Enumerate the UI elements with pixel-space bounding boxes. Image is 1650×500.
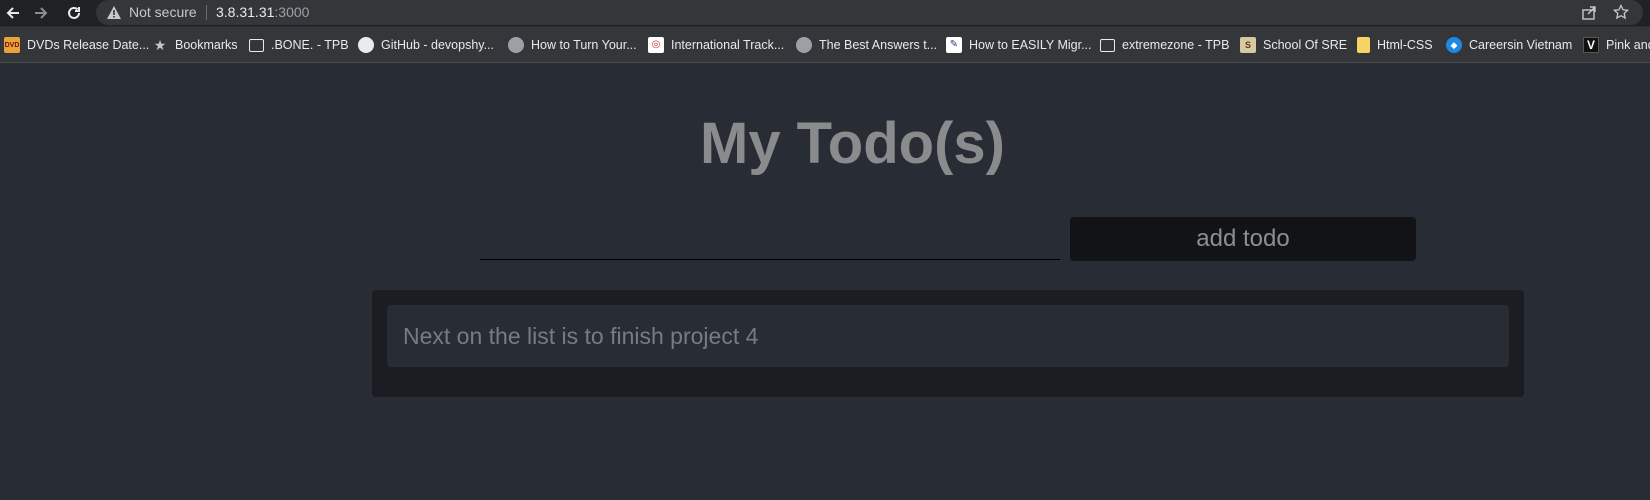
- back-icon: [6, 7, 19, 19]
- page-title: My Todo(s): [700, 111, 1005, 176]
- bookmark-label: GitHub - devopshy...: [381, 38, 495, 52]
- search-favicon: ◎: [648, 37, 664, 53]
- globe-icon: [796, 37, 812, 53]
- share-icon[interactable]: [1581, 4, 1597, 20]
- reload-button[interactable]: [61, 0, 87, 26]
- bookmark-item[interactable]: ✎ How to EASILY Migr...: [946, 27, 1092, 62]
- bookmark-item[interactable]: extremezone - TPB: [1100, 27, 1230, 62]
- bookmark-label: DVDs Release Date...: [27, 38, 150, 52]
- forward-button[interactable]: [28, 0, 54, 26]
- globe-icon: [508, 37, 524, 53]
- bookmark-label: The Best Answers t...: [819, 38, 938, 52]
- v-favicon: V: [1583, 37, 1599, 53]
- bookmark-label: Html-CSS: [1377, 38, 1433, 52]
- todo-item[interactable]: Next on the list is to finish project 4: [387, 305, 1509, 367]
- bookmark-label: Pink and: [1606, 38, 1650, 52]
- bookmark-item[interactable]: How to Turn Your...: [508, 27, 637, 62]
- todo-list: Next on the list is to finish project 4: [372, 290, 1524, 397]
- star-icon: ★: [153, 37, 167, 53]
- bookmark-item[interactable]: GitHub - devopshy...: [358, 27, 495, 62]
- folder-icon: [1357, 37, 1370, 53]
- bookmark-item[interactable]: The Best Answers t...: [796, 27, 938, 62]
- bookmark-item[interactable]: .BONE. - TPB: [249, 27, 349, 62]
- bookmark-item[interactable]: Html-CSS: [1357, 27, 1433, 62]
- github-icon: [358, 37, 374, 53]
- divider: [206, 5, 207, 20]
- bookmark-label: International Track...: [671, 38, 785, 52]
- url-text[interactable]: 3.8.31.31:3000: [216, 4, 309, 20]
- careers-favicon: ◆: [1446, 37, 1462, 53]
- back-button[interactable]: [0, 0, 26, 26]
- bookmark-label: Bookmarks: [175, 38, 238, 52]
- todo-input[interactable]: [480, 214, 1060, 260]
- bookmark-label: extremezone - TPB: [1122, 38, 1230, 52]
- bookmark-label: How to Turn Your...: [531, 38, 637, 52]
- star-icon[interactable]: [1613, 4, 1629, 20]
- bookmark-item[interactable]: ◆ Careersin Vietnam: [1446, 27, 1573, 62]
- bookmark-label: Careersin Vietnam: [1469, 38, 1573, 52]
- forward-icon: [35, 7, 48, 19]
- url-host: 3.8.31.31: [216, 4, 275, 20]
- address-bar[interactable]: Not secure 3.8.31.31:3000: [96, 0, 1643, 25]
- tpb-favicon: [1100, 38, 1115, 52]
- bookmark-item[interactable]: V Pink and: [1583, 27, 1650, 62]
- browser-toolbar: Not secure 3.8.31.31:3000: [0, 0, 1650, 26]
- bookmark-label: School Of SRE: [1263, 38, 1348, 52]
- bookmark-item[interactable]: S School Of SRE: [1240, 27, 1348, 62]
- bookmark-label: .BONE. - TPB: [271, 38, 349, 52]
- doc-favicon: ✎: [946, 37, 962, 53]
- tpb-favicon: [249, 38, 264, 52]
- url-port: :3000: [274, 4, 310, 20]
- bookmark-label: How to EASILY Migr...: [969, 38, 1092, 52]
- school-favicon: S: [1240, 37, 1256, 53]
- bookmarks-bar: DVD DVDs Release Date... ★ Bookmarks .BO…: [0, 27, 1650, 63]
- security-label[interactable]: Not secure: [129, 4, 197, 20]
- add-todo-button[interactable]: add todo: [1070, 217, 1416, 261]
- bookmark-item[interactable]: ◎ International Track...: [648, 27, 785, 62]
- warning-icon: [107, 6, 121, 19]
- dvd-favicon: DVD: [4, 37, 20, 53]
- bookmark-item[interactable]: DVD DVDs Release Date...: [4, 27, 150, 62]
- bookmark-item[interactable]: ★ Bookmarks: [152, 27, 238, 62]
- reload-icon: [68, 6, 80, 19]
